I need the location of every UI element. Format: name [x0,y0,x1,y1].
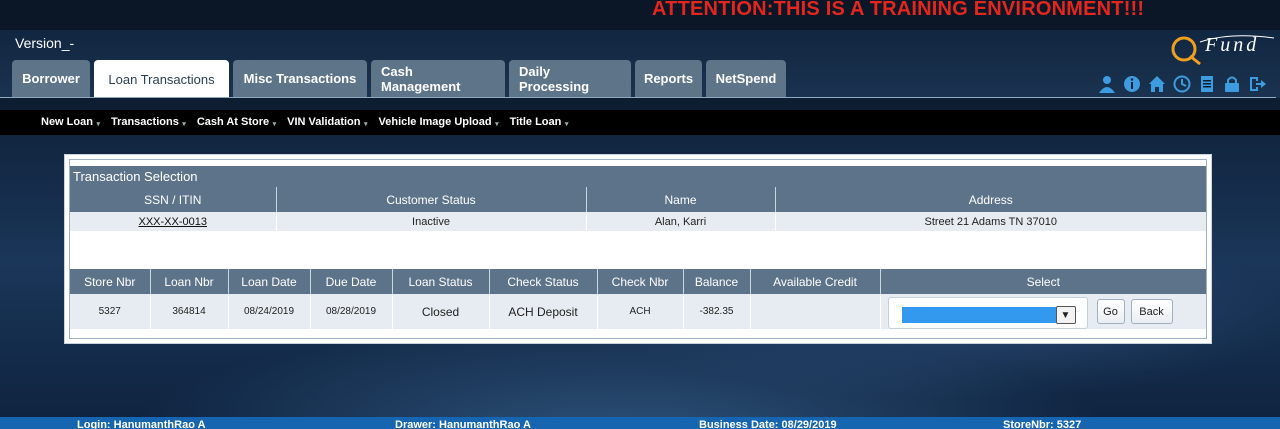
training-environment-banner: ATTENTION:THIS IS A TRAINING ENVIRONMENT… [652,0,1145,20]
status-footer: Login: HanumanthRao A Drawer: HanumanthR… [0,417,1280,429]
check-nbr-cell: ACH [597,294,684,329]
user-icon[interactable] [1098,75,1116,93]
tab-netspend[interactable]: NetSpend [706,60,786,97]
header-divider [0,97,1276,98]
transaction-select[interactable]: ▼ [887,297,1088,329]
menu-vehicle-image-upload[interactable]: Vehicle Image Upload [379,116,499,128]
tab-cash-management[interactable]: Cash Management [371,60,505,97]
loan-date-cell: 08/24/2019 [228,294,311,329]
tab-daily-processing[interactable]: Daily Processing [509,60,631,97]
header-address: Address [775,187,1206,212]
header-loan-nbr: Loan Nbr [150,269,229,294]
header-customer-status: Customer Status [276,187,587,212]
customer-status-cell: Inactive [276,212,587,231]
customer-name-cell: Alan, Karri [586,212,776,231]
select-cell: ▼ Go Back [880,294,1206,329]
info-icon[interactable] [1123,75,1141,93]
due-date-cell: 08/28/2019 [310,294,393,329]
check-status-cell: ACH Deposit [489,294,598,329]
header-icon-toolbar [1098,75,1266,93]
customer-address-cell: Street 21 Adams TN 37010 [775,212,1206,231]
tab-reports[interactable]: Reports [635,60,702,97]
logo-text: Fund [1205,34,1260,56]
customer-row: XXX-XX-0013 Inactive Alan, Karri Street … [70,212,1206,231]
header-available-credit: Available Credit [750,269,881,294]
select-highlight [901,307,1056,323]
menu-new-loan[interactable]: New Loan [41,116,100,128]
clock-icon[interactable] [1173,75,1191,93]
sub-navigation-menu: New Loan Transactions Cash At Store VIN … [41,116,568,128]
document-icon[interactable] [1198,75,1216,93]
loan-row: 5327 364814 08/24/2019 08/28/2019 Closed… [70,294,1206,329]
menu-transactions[interactable]: Transactions [111,116,186,128]
header-select: Select [880,269,1206,294]
menu-cash-at-store[interactable]: Cash At Store [197,116,277,128]
header-name: Name [586,187,776,212]
available-credit-cell [750,294,881,329]
lock-icon[interactable] [1223,75,1241,93]
header-store-nbr: Store Nbr [70,269,151,294]
chevron-down-icon[interactable]: ▼ [1055,306,1076,324]
version-label: Version_- [15,35,75,51]
header-loan-status: Loan Status [392,269,490,294]
footer-store-nbr: StoreNbr: 5327 [1003,419,1082,429]
balance-cell: -382.35 [683,294,751,329]
header-balance: Balance [683,269,751,294]
ssn-cell: XXX-XX-0013 [70,212,277,231]
footer-login: Login: HanumanthRao A [77,419,206,429]
loan-table: Store Nbr Loan Nbr Loan Date Due Date Lo… [70,269,1206,329]
header-check-nbr: Check Nbr [597,269,684,294]
header-ssn: SSN / ITIN [70,187,277,212]
logout-icon[interactable] [1248,75,1266,93]
loan-nbr-cell: 364814 [150,294,229,329]
panel-frame: Transaction Selection SSN / ITIN Custome… [69,159,1207,339]
tab-loan-transactions[interactable]: Loan Transactions [94,60,229,98]
header-loan-date: Loan Date [228,269,311,294]
go-button[interactable]: Go [1096,299,1125,324]
transaction-selection-panel: Transaction Selection SSN / ITIN Custome… [64,154,1212,344]
store-nbr-cell: 5327 [70,294,151,329]
customer-table: SSN / ITIN Customer Status Name Address … [70,187,1206,231]
ssn-link[interactable]: XXX-XX-0013 [139,216,207,228]
loan-status-cell: Closed [392,294,490,329]
panel-title: Transaction Selection [70,166,1206,187]
main-tabs: Borrower Loan Transactions Misc Transact… [12,60,786,98]
back-button[interactable]: Back [1130,299,1173,324]
footer-business-date: Business Date: 08/29/2019 [699,419,837,429]
menu-vin-validation[interactable]: VIN Validation [287,116,368,128]
menu-title-loan[interactable]: Title Loan [510,116,568,128]
tab-misc-transactions[interactable]: Misc Transactions [233,60,367,97]
tab-borrower[interactable]: Borrower [12,60,90,97]
header-due-date: Due Date [310,269,393,294]
home-icon[interactable] [1148,75,1166,93]
footer-drawer: Drawer: HanumanthRao A [395,419,531,429]
header-check-status: Check Status [489,269,598,294]
